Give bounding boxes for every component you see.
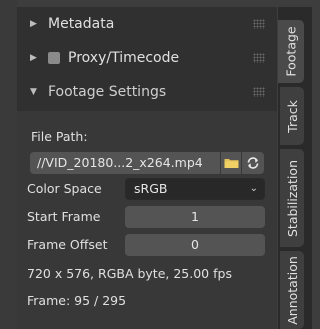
footage-settings-panel-label: Footage Settings xyxy=(48,84,167,100)
file-path-field[interactable]: //VID_20180...2_x264.mp4 xyxy=(30,152,220,174)
drag-handle-icon[interactable] xyxy=(253,19,265,29)
browse-file-button[interactable] xyxy=(221,152,241,174)
metadata-panel-label: Metadata xyxy=(48,16,115,32)
drag-handle-icon[interactable] xyxy=(253,53,265,63)
tab-track-label: Track xyxy=(284,99,300,133)
sidebar-tabs: Footage Track Stabilization Annotation xyxy=(278,7,312,329)
region-edge xyxy=(0,0,17,329)
start-frame-field[interactable]: 1 xyxy=(125,206,265,228)
tab-footage-label: Footage xyxy=(283,26,299,77)
color-space-label: Color Space xyxy=(27,181,102,196)
proxy-checkbox[interactable] xyxy=(48,52,60,64)
tab-annotation[interactable]: Annotation xyxy=(280,251,304,329)
color-space-value: sRGB xyxy=(134,181,168,196)
tab-track[interactable]: Track xyxy=(280,87,304,145)
metadata-panel-header[interactable]: ▶ Metadata xyxy=(17,9,277,39)
folder-icon xyxy=(224,159,238,168)
proxy-panel-label: Proxy/Timecode xyxy=(68,50,180,66)
properties-editor: ▶ Metadata ▶ Proxy/Timecode ▼ Footage Se… xyxy=(0,0,312,329)
tab-footage[interactable]: Footage xyxy=(278,20,304,83)
frame-offset-label: Frame Offset xyxy=(27,237,108,252)
triangle-right-icon: ▶ xyxy=(30,53,37,63)
footage-settings-panel-header[interactable]: ▼ Footage Settings xyxy=(17,77,277,107)
footage-info-text: 720 x 576, RGBA byte, 25.00 fps xyxy=(27,266,232,281)
triangle-down-icon: ▼ xyxy=(30,87,37,97)
reload-button[interactable] xyxy=(242,152,264,174)
tab-stabilization-label: Stabilization xyxy=(284,159,300,237)
frame-offset-field[interactable]: 0 xyxy=(125,234,265,256)
color-space-select[interactable]: sRGB ⌄ xyxy=(125,178,265,200)
frame-info-text: Frame: 95 / 295 xyxy=(27,293,127,308)
file-path-label: File Path: xyxy=(31,129,88,144)
tab-annotation-label: Annotation xyxy=(284,255,300,325)
tab-stabilization[interactable]: Stabilization xyxy=(280,149,304,247)
chevron-down-icon: ⌄ xyxy=(249,183,258,194)
footage-settings-content: File Path: //VID_20180...2_x264.mp4 Colo… xyxy=(17,111,277,329)
sidebar-panel: ▶ Metadata ▶ Proxy/Timecode ▼ Footage Se… xyxy=(17,7,277,329)
start-frame-label: Start Frame xyxy=(27,209,101,224)
proxy-panel-header[interactable]: ▶ Proxy/Timecode xyxy=(17,43,277,73)
reload-icon xyxy=(247,157,259,169)
drag-handle-icon[interactable] xyxy=(253,87,265,97)
triangle-right-icon: ▶ xyxy=(30,19,37,29)
